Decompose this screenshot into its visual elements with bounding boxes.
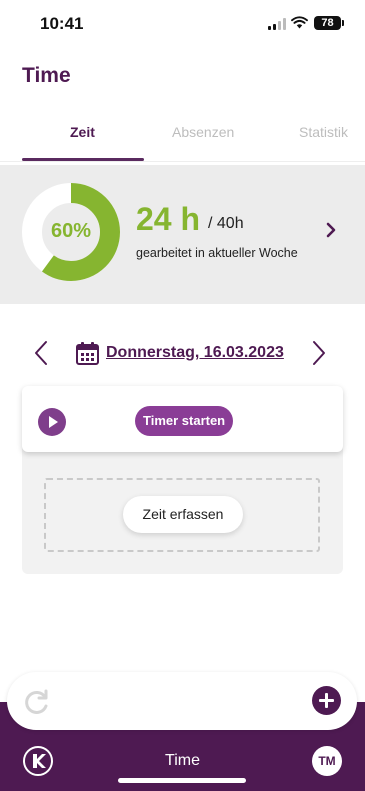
refresh-icon[interactable] xyxy=(23,688,51,716)
chevron-left-icon[interactable] xyxy=(33,340,49,366)
tab-absenzen[interactable]: Absenzen xyxy=(172,124,234,140)
chevron-right-icon[interactable] xyxy=(325,222,337,238)
status-bar: 10:41 78 xyxy=(0,0,365,48)
wifi-icon xyxy=(291,16,308,29)
selected-date[interactable]: Donnerstag, 16.03.2023 xyxy=(106,344,284,362)
page-title: Time xyxy=(22,64,71,87)
plus-icon[interactable] xyxy=(312,686,341,715)
weekly-summary-panel[interactable]: 60% 24 h / 40h gearbeitet in aktueller W… xyxy=(0,165,365,304)
signal-icon xyxy=(268,18,286,30)
chevron-right-icon[interactable] xyxy=(311,340,327,366)
hours-target: / 40h xyxy=(208,215,244,232)
hours-worked: 24 h xyxy=(136,201,201,237)
home-indicator xyxy=(118,778,246,783)
avatar[interactable]: TM xyxy=(312,746,342,776)
battery-icon: 78 xyxy=(314,16,344,30)
play-icon[interactable] xyxy=(38,408,66,436)
tab-zeit[interactable]: Zeit xyxy=(70,124,95,140)
status-time: 10:41 xyxy=(40,14,84,33)
calendar-icon[interactable] xyxy=(76,342,99,365)
tab-statistik[interactable]: Statistik xyxy=(299,124,348,140)
start-timer-button[interactable]: Timer starten xyxy=(135,406,234,436)
hours-caption: gearbeitet in aktueller Woche xyxy=(136,246,298,260)
progress-percent: 60% xyxy=(50,220,92,242)
tab-bar: Zeit Absenzen Statistik xyxy=(0,118,365,162)
add-time-entry-button[interactable]: Zeit erfassen xyxy=(123,496,243,533)
active-tab-indicator xyxy=(22,158,144,161)
nav-title: Time xyxy=(165,752,200,769)
timer-card: Timer starten xyxy=(22,386,343,452)
action-bar xyxy=(7,672,357,730)
